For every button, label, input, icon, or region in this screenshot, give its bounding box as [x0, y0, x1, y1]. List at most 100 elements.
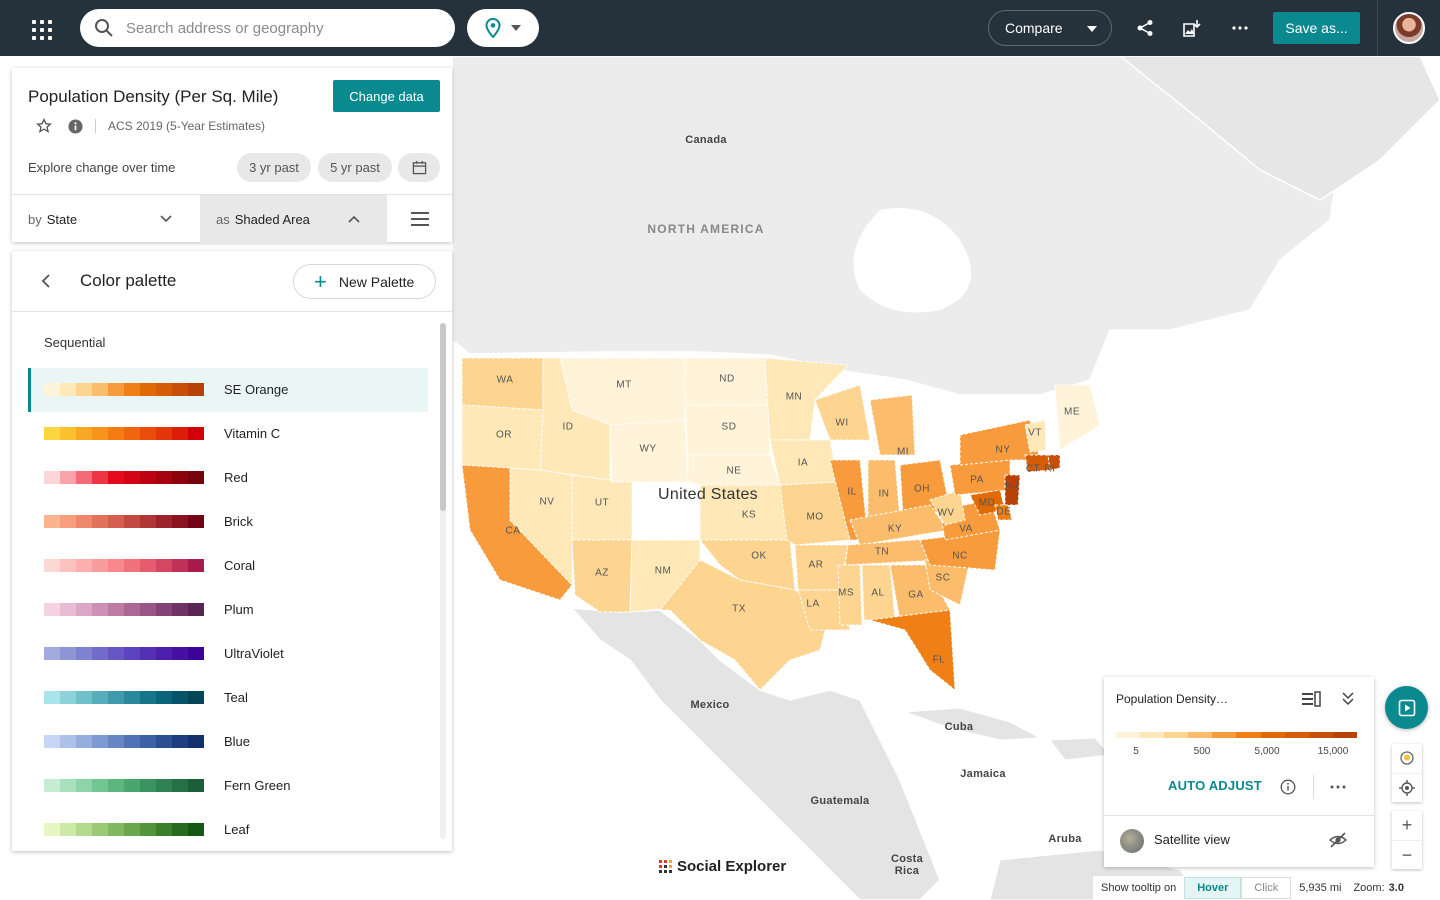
- palette-name: Fern Green: [224, 778, 291, 793]
- palette-name: SE Orange: [224, 382, 289, 397]
- state-label: NC: [952, 550, 968, 562]
- palette-swatch: [76, 427, 92, 440]
- legend-layout-icon[interactable]: [1301, 691, 1321, 707]
- apps-grid-icon[interactable]: [24, 12, 56, 44]
- palette-name: Leaf: [224, 822, 250, 837]
- state-label: MO: [806, 511, 824, 523]
- palette-swatch: [108, 691, 124, 704]
- legend-swatch: [1332, 732, 1357, 738]
- state-label: AL: [871, 587, 885, 599]
- chevron-down-icon: [511, 25, 521, 31]
- palette-swatch: [156, 823, 172, 836]
- export-image-icon[interactable]: [1178, 14, 1206, 42]
- search-box[interactable]: [80, 9, 455, 47]
- top-divider: [1377, 0, 1378, 56]
- state-label: WV: [937, 507, 955, 519]
- info-icon[interactable]: [68, 118, 83, 134]
- hover-toggle[interactable]: Hover: [1184, 877, 1242, 899]
- state-fl[interactable]: [869, 609, 956, 692]
- zoom-out-button[interactable]: −: [1392, 840, 1422, 869]
- hamburger-menu-icon[interactable]: [411, 212, 429, 226]
- palette-item[interactable]: Fern Green: [28, 764, 428, 808]
- palette-item[interactable]: Blue: [28, 720, 428, 764]
- share-icon[interactable]: [1131, 14, 1159, 42]
- chevron-up-icon: [348, 215, 360, 223]
- logo-text: Social Explorer: [677, 858, 787, 875]
- palette-swatch: [172, 515, 188, 528]
- palette-item[interactable]: SE Orange: [28, 368, 428, 412]
- social-explorer-logo: Social Explorer: [659, 858, 786, 875]
- state-label: UT: [594, 497, 610, 509]
- state-label: KS: [741, 509, 757, 521]
- my-location-button[interactable]: [1392, 773, 1422, 802]
- three-year-past-button[interactable]: 3 yr past: [237, 153, 311, 182]
- palette-swatch: [76, 515, 92, 528]
- state-label: SD: [721, 421, 737, 433]
- palette-item[interactable]: Leaf: [28, 808, 428, 851]
- star-icon[interactable]: [36, 118, 52, 134]
- palette-scrollbar[interactable]: [440, 323, 446, 839]
- back-arrow-icon[interactable]: [36, 271, 56, 291]
- palette-swatch: [76, 603, 92, 616]
- five-year-past-button[interactable]: 5 yr past: [318, 153, 392, 182]
- palette-item[interactable]: Red: [28, 456, 428, 500]
- palette-swatch: [140, 471, 156, 484]
- satellite-view-label[interactable]: Satellite view: [1154, 832, 1230, 847]
- palette-swatch: [156, 735, 172, 748]
- zoom-in-button[interactable]: +: [1392, 811, 1422, 840]
- state-label: NE: [726, 465, 742, 477]
- info-icon[interactable]: [1280, 779, 1296, 795]
- palette-swatches: [44, 427, 204, 440]
- annotation-pin-button[interactable]: [1392, 744, 1422, 773]
- palette-swatch: [44, 383, 60, 396]
- compare-button[interactable]: Compare: [988, 10, 1112, 46]
- zoom-controls: + −: [1392, 811, 1422, 869]
- presentation-button[interactable]: [1385, 686, 1428, 729]
- palette-item[interactable]: UltraViolet: [28, 632, 428, 676]
- location-button[interactable]: [467, 9, 539, 47]
- more-options-icon[interactable]: [1226, 14, 1254, 42]
- state-label: ID: [562, 421, 574, 433]
- click-toggle[interactable]: Click: [1241, 877, 1292, 899]
- palette-swatch: [172, 735, 188, 748]
- palette-item[interactable]: Brick: [28, 500, 428, 544]
- state-label: OH: [914, 483, 930, 495]
- auto-adjust-button[interactable]: AUTO ADJUST: [1168, 778, 1262, 793]
- palette-swatch: [124, 471, 140, 484]
- state-wi[interactable]: [814, 384, 871, 441]
- user-avatar[interactable]: [1393, 12, 1425, 44]
- palette-swatch: [92, 779, 108, 792]
- more-options-icon[interactable]: [1330, 785, 1346, 789]
- state-label: NY: [995, 444, 1011, 456]
- save-as-button[interactable]: Save as...: [1273, 12, 1360, 44]
- palette-swatch: [60, 515, 76, 528]
- state-me[interactable]: [1054, 384, 1101, 451]
- new-palette-button[interactable]: + New Palette: [293, 264, 436, 299]
- palette-swatch: [140, 383, 156, 396]
- sequential-section-label: Sequential: [44, 335, 106, 350]
- change-data-button[interactable]: Change data: [333, 80, 440, 112]
- hispaniola-land: [1049, 737, 1112, 761]
- palette-swatch: [140, 603, 156, 616]
- calendar-button[interactable]: [398, 153, 440, 182]
- legend-tick: 5,000: [1254, 746, 1280, 757]
- palette-item[interactable]: Vitamin C: [28, 412, 428, 456]
- state-label: ME: [1064, 406, 1080, 418]
- geography-level-select[interactable]: by State: [12, 195, 200, 243]
- search-input[interactable]: [126, 19, 426, 37]
- zoom-label: Zoom:: [1353, 882, 1385, 894]
- state-label: ND: [719, 373, 735, 385]
- palette-swatch: [76, 735, 92, 748]
- satellite-thumbnail[interactable]: [1120, 829, 1144, 853]
- eye-hidden-icon[interactable]: [1329, 832, 1347, 848]
- state-label: MD: [978, 497, 996, 509]
- palette-item[interactable]: Teal: [28, 676, 428, 720]
- collapse-icon[interactable]: [1338, 691, 1358, 707]
- play-slides-icon: [1398, 699, 1415, 716]
- palette-item[interactable]: Plum: [28, 588, 428, 632]
- palette-swatch: [60, 735, 76, 748]
- legend-divider: [1313, 775, 1314, 799]
- visualization-type-select[interactable]: as Shaded Area: [200, 195, 387, 243]
- palette-item[interactable]: Coral: [28, 544, 428, 588]
- scroll-thumb[interactable]: [440, 323, 446, 511]
